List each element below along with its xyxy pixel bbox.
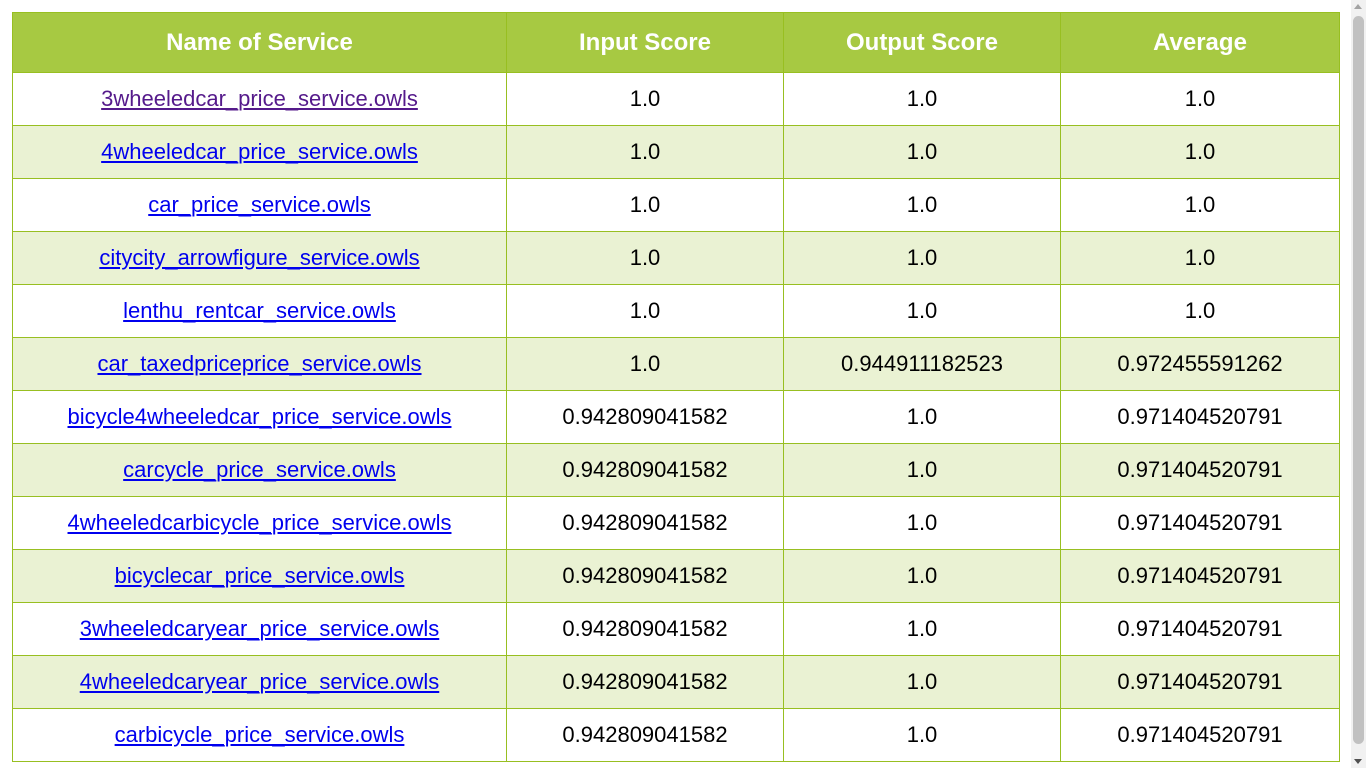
header-input-score: Input Score bbox=[506, 12, 784, 73]
output-score-cell: 1.0 bbox=[783, 496, 1061, 550]
service-link[interactable]: car_price_service.owls bbox=[148, 192, 371, 217]
average-cell: 1.0 bbox=[1060, 125, 1340, 179]
header-average: Average bbox=[1060, 12, 1340, 73]
service-name-cell: 4wheeledcaryear_price_service.owls bbox=[12, 655, 507, 709]
input-score-cell: 0.942809041582 bbox=[506, 602, 784, 656]
table-row: bicyclecar_price_service.owls 0.94280904… bbox=[12, 549, 1340, 603]
service-scores-table: Name of Service Input Score Output Score… bbox=[12, 12, 1340, 762]
output-score-cell: 1.0 bbox=[783, 549, 1061, 603]
input-score-cell: 0.942809041582 bbox=[506, 443, 784, 497]
output-score-cell: 1.0 bbox=[783, 284, 1061, 338]
input-score-cell: 0.942809041582 bbox=[506, 708, 784, 762]
table-row: car_price_service.owls 1.0 1.0 1.0 bbox=[12, 178, 1340, 232]
service-name-cell: 3wheeledcaryear_price_service.owls bbox=[12, 602, 507, 656]
service-name-cell: bicyclecar_price_service.owls bbox=[12, 549, 507, 603]
service-link[interactable]: carcycle_price_service.owls bbox=[123, 457, 396, 482]
output-score-cell: 0.944911182523 bbox=[783, 337, 1061, 391]
average-cell: 0.971404520791 bbox=[1060, 549, 1340, 603]
table-row: carcycle_price_service.owls 0.9428090415… bbox=[12, 443, 1340, 497]
service-name-cell: car_price_service.owls bbox=[12, 178, 507, 232]
average-cell: 0.971404520791 bbox=[1060, 602, 1340, 656]
average-cell: 1.0 bbox=[1060, 178, 1340, 232]
service-link[interactable]: 4wheeledcarbicycle_price_service.owls bbox=[68, 510, 452, 535]
input-score-cell: 1.0 bbox=[506, 178, 784, 232]
scrollbar-thumb[interactable] bbox=[1353, 16, 1364, 744]
input-score-cell: 1.0 bbox=[506, 231, 784, 285]
average-cell: 0.972455591262 bbox=[1060, 337, 1340, 391]
service-link[interactable]: lenthu_rentcar_service.owls bbox=[123, 298, 396, 323]
input-score-cell: 1.0 bbox=[506, 125, 784, 179]
service-name-cell: lenthu_rentcar_service.owls bbox=[12, 284, 507, 338]
service-name-cell: car_taxedpriceprice_service.owls bbox=[12, 337, 507, 391]
average-cell: 1.0 bbox=[1060, 284, 1340, 338]
input-score-cell: 0.942809041582 bbox=[506, 496, 784, 550]
service-name-cell: citycity_arrowfigure_service.owls bbox=[12, 231, 507, 285]
table-row: citycity_arrowfigure_service.owls 1.0 1.… bbox=[12, 231, 1340, 285]
service-link[interactable]: carbicycle_price_service.owls bbox=[115, 722, 405, 747]
service-link[interactable]: 4wheeledcaryear_price_service.owls bbox=[80, 669, 440, 694]
service-link[interactable]: citycity_arrowfigure_service.owls bbox=[99, 245, 419, 270]
average-cell: 0.971404520791 bbox=[1060, 708, 1340, 762]
scroll-up-arrow-icon[interactable] bbox=[1354, 4, 1362, 9]
input-score-cell: 0.942809041582 bbox=[506, 549, 784, 603]
output-score-cell: 1.0 bbox=[783, 231, 1061, 285]
service-name-cell: 4wheeledcar_price_service.owls bbox=[12, 125, 507, 179]
output-score-cell: 1.0 bbox=[783, 602, 1061, 656]
service-link[interactable]: 4wheeledcar_price_service.owls bbox=[101, 139, 418, 164]
output-score-cell: 1.0 bbox=[783, 390, 1061, 444]
output-score-cell: 1.0 bbox=[783, 72, 1061, 126]
page-viewport: Name of Service Input Score Output Score… bbox=[0, 0, 1366, 768]
average-cell: 0.971404520791 bbox=[1060, 390, 1340, 444]
scroll-down-arrow-icon[interactable] bbox=[1354, 759, 1362, 764]
table-header-row: Name of Service Input Score Output Score… bbox=[12, 12, 1340, 73]
average-cell: 0.971404520791 bbox=[1060, 655, 1340, 709]
input-score-cell: 1.0 bbox=[506, 72, 784, 126]
service-name-cell: 3wheeledcar_price_service.owls bbox=[12, 72, 507, 126]
header-output-score: Output Score bbox=[783, 12, 1061, 73]
table-row: carbicycle_price_service.owls 0.94280904… bbox=[12, 708, 1340, 762]
table-row: lenthu_rentcar_service.owls 1.0 1.0 1.0 bbox=[12, 284, 1340, 338]
service-name-cell: 4wheeledcarbicycle_price_service.owls bbox=[12, 496, 507, 550]
average-cell: 0.971404520791 bbox=[1060, 443, 1340, 497]
header-name-of-service: Name of Service bbox=[12, 12, 507, 73]
output-score-cell: 1.0 bbox=[783, 125, 1061, 179]
table-row: 4wheeledcaryear_price_service.owls 0.942… bbox=[12, 655, 1340, 709]
table-row: 4wheeledcar_price_service.owls 1.0 1.0 1… bbox=[12, 125, 1340, 179]
output-score-cell: 1.0 bbox=[783, 655, 1061, 709]
service-link[interactable]: bicycle4wheeledcar_price_service.owls bbox=[68, 404, 452, 429]
table-row: car_taxedpriceprice_service.owls 1.0 0.9… bbox=[12, 337, 1340, 391]
input-score-cell: 1.0 bbox=[506, 337, 784, 391]
input-score-cell: 1.0 bbox=[506, 284, 784, 338]
table-row: 3wheeledcar_price_service.owls 1.0 1.0 1… bbox=[12, 72, 1340, 126]
average-cell: 1.0 bbox=[1060, 231, 1340, 285]
vertical-scrollbar[interactable] bbox=[1351, 0, 1366, 768]
service-name-cell: bicycle4wheeledcar_price_service.owls bbox=[12, 390, 507, 444]
service-name-cell: carbicycle_price_service.owls bbox=[12, 708, 507, 762]
output-score-cell: 1.0 bbox=[783, 443, 1061, 497]
table-row: 3wheeledcaryear_price_service.owls 0.942… bbox=[12, 602, 1340, 656]
table-row: bicycle4wheeledcar_price_service.owls 0.… bbox=[12, 390, 1340, 444]
output-score-cell: 1.0 bbox=[783, 708, 1061, 762]
service-link[interactable]: 3wheeledcar_price_service.owls bbox=[101, 86, 418, 111]
input-score-cell: 0.942809041582 bbox=[506, 390, 784, 444]
service-link[interactable]: car_taxedpriceprice_service.owls bbox=[97, 351, 421, 376]
average-cell: 0.971404520791 bbox=[1060, 496, 1340, 550]
average-cell: 1.0 bbox=[1060, 72, 1340, 126]
table-row: 4wheeledcarbicycle_price_service.owls 0.… bbox=[12, 496, 1340, 550]
input-score-cell: 0.942809041582 bbox=[506, 655, 784, 709]
output-score-cell: 1.0 bbox=[783, 178, 1061, 232]
service-name-cell: carcycle_price_service.owls bbox=[12, 443, 507, 497]
service-link[interactable]: bicyclecar_price_service.owls bbox=[115, 563, 405, 588]
service-link[interactable]: 3wheeledcaryear_price_service.owls bbox=[80, 616, 440, 641]
